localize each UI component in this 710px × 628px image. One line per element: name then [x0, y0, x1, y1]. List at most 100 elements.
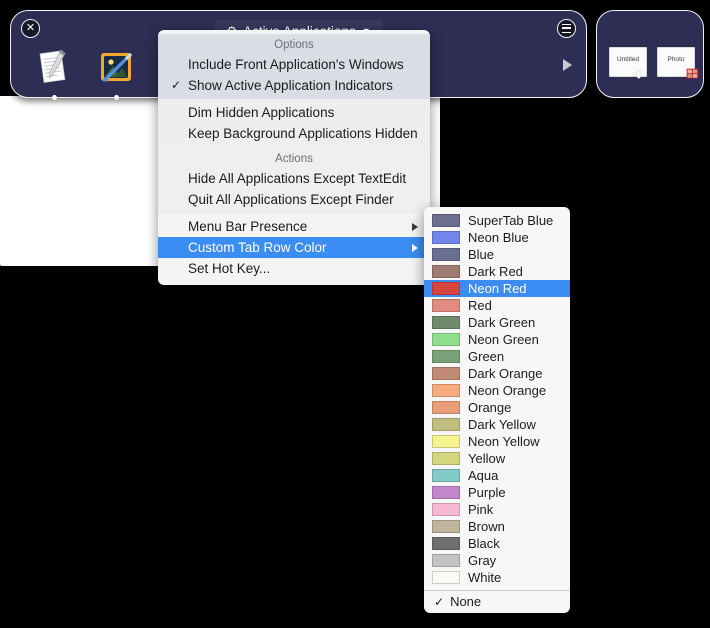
menu-item-label: Include Front Application's Windows: [188, 57, 404, 72]
color-item-label: Orange: [468, 400, 512, 415]
color-swatch: [432, 452, 460, 465]
color-item[interactable]: Brown: [424, 518, 570, 535]
color-item[interactable]: Neon Red: [424, 280, 570, 297]
menu-group-options: Options Include Front Application's Wind…: [158, 34, 430, 99]
color-item[interactable]: Red: [424, 297, 570, 314]
menu-group-actions: Actions Hide All Applications Except Tex…: [158, 148, 430, 214]
color-item[interactable]: Neon Orange: [424, 382, 570, 399]
menu-item-label: Hide All Applications Except TextEdit: [188, 171, 407, 186]
color-swatch: [432, 503, 460, 516]
color-item-label: Green: [468, 349, 505, 364]
window-thumb-photo[interactable]: Photo: [657, 47, 699, 79]
color-swatch: [432, 282, 460, 295]
close-icon[interactable]: ✕: [21, 19, 40, 38]
menu-item-label: Show Active Application Indicators: [188, 78, 393, 93]
window-thumb-label: Photo: [667, 56, 685, 63]
menu-item-dim-hidden-applications[interactable]: Dim Hidden Applications: [158, 102, 430, 123]
color-item[interactable]: Neon Blue: [424, 229, 570, 246]
menu-item-label: Set Hot Key...: [188, 261, 271, 276]
color-item-label: Dark Orange: [468, 366, 543, 381]
color-item-label: Neon Orange: [468, 383, 547, 398]
dock-item-preview[interactable]: [95, 47, 137, 100]
color-list: SuperTab Blue Neon Blue Blue Dark Red Neon R…: [424, 212, 570, 586]
check-icon: ✓: [171, 78, 182, 92]
textedit-window-icon: [636, 70, 642, 80]
color-item[interactable]: Pink: [424, 501, 570, 518]
color-swatch: [432, 299, 460, 312]
color-swatch: [432, 350, 460, 363]
textedit-icon: [34, 47, 74, 87]
menu-item-label: Keep Background Applications Hidden: [188, 126, 418, 141]
color-swatch: [432, 231, 460, 244]
color-item-label: White: [468, 570, 502, 585]
color-item-label: Aqua: [468, 468, 499, 483]
menu-item-quit-all-except-finder[interactable]: Quit All Applications Except Finder: [158, 189, 430, 210]
color-item-label: Pink: [468, 502, 494, 517]
menu-item-show-active-indicators[interactable]: ✓ Show Active Application Indicators: [158, 75, 430, 96]
color-swatch: [432, 435, 460, 448]
menu-item-include-front-windows[interactable]: Include Front Application's Windows: [158, 54, 430, 75]
color-swatch: [432, 333, 460, 346]
menu-item-custom-tab-row-color[interactable]: Custom Tab Row Color: [158, 237, 430, 258]
menu-item-hide-all-except-textedit[interactable]: Hide All Applications Except TextEdit: [158, 168, 430, 189]
menu-item-set-hot-key[interactable]: Set Hot Key...: [158, 258, 430, 279]
window-thumb-untitled[interactable]: Untitled: [609, 47, 647, 80]
color-item-label: Neon Red: [468, 281, 527, 296]
color-item-label: None: [450, 594, 482, 609]
color-item[interactable]: Aqua: [424, 467, 570, 484]
color-item[interactable]: Black: [424, 535, 570, 552]
color-item-label: Dark Green: [468, 315, 536, 330]
menu-group-toggles: Dim Hidden Applications Keep Background …: [158, 99, 430, 148]
color-item-label: Purple: [468, 485, 506, 500]
color-swatch: [432, 469, 460, 482]
color-item[interactable]: SuperTab Blue: [424, 212, 570, 229]
arrow-right-icon[interactable]: [563, 59, 572, 71]
chevron-right-icon: [412, 222, 418, 231]
color-item[interactable]: Yellow: [424, 450, 570, 467]
menu-group-submenus: Menu Bar Presence Custom Tab Row Color S…: [158, 214, 430, 280]
color-item-label: Neon Blue: [468, 230, 529, 245]
preview-icon: [96, 47, 136, 87]
dock-item-textedit[interactable]: [33, 47, 75, 100]
color-swatch: [432, 537, 460, 550]
color-item[interactable]: Blue: [424, 246, 570, 263]
color-swatch: [432, 554, 460, 567]
hamburger-icon[interactable]: [557, 19, 576, 38]
color-item-label: Dark Yellow: [468, 417, 536, 432]
menu-item-keep-background-hidden[interactable]: Keep Background Applications Hidden: [158, 123, 430, 144]
color-item[interactable]: Dark Red: [424, 263, 570, 280]
photo-booth-window-icon: [686, 68, 699, 79]
running-indicator: [113, 95, 119, 100]
color-item[interactable]: Dark Yellow: [424, 416, 570, 433]
color-item[interactable]: Orange: [424, 399, 570, 416]
color-swatch: [432, 486, 460, 499]
color-item-label: Gray: [468, 553, 497, 568]
color-swatch: [432, 367, 460, 380]
color-swatch: [432, 401, 460, 414]
color-swatch: [432, 384, 460, 397]
menu-item-label: Quit All Applications Except Finder: [188, 192, 394, 207]
color-item[interactable]: Neon Yellow: [424, 433, 570, 450]
color-item[interactable]: Gray: [424, 552, 570, 569]
color-swatch: [432, 571, 460, 584]
color-item-label: Black: [468, 536, 500, 551]
color-item-none[interactable]: ✓ None: [424, 591, 570, 613]
color-item-label: Dark Red: [468, 264, 523, 279]
color-item[interactable]: Green: [424, 348, 570, 365]
window-thumb-row: Untitled Photo: [609, 47, 699, 80]
color-submenu[interactable]: SuperTab Blue Neon Blue Blue Dark Red Neon R…: [424, 207, 570, 613]
running-indicator: [51, 95, 57, 100]
context-menu[interactable]: Options Include Front Application's Wind…: [158, 30, 430, 285]
color-item[interactable]: Purple: [424, 484, 570, 501]
color-swatch: [432, 265, 460, 278]
menu-item-menu-bar-presence[interactable]: Menu Bar Presence: [158, 216, 430, 237]
color-item[interactable]: Dark Green: [424, 314, 570, 331]
color-item-label: Blue: [468, 247, 495, 262]
color-item-label: Neon Green: [468, 332, 539, 347]
color-item[interactable]: Dark Orange: [424, 365, 570, 382]
dock-secondary-panel[interactable]: Untitled Photo: [596, 10, 704, 98]
color-item[interactable]: Neon Green: [424, 331, 570, 348]
menu-section-header-actions: Actions: [275, 153, 313, 165]
color-item[interactable]: White: [424, 569, 570, 586]
menu-item-label: Custom Tab Row Color: [188, 240, 327, 255]
